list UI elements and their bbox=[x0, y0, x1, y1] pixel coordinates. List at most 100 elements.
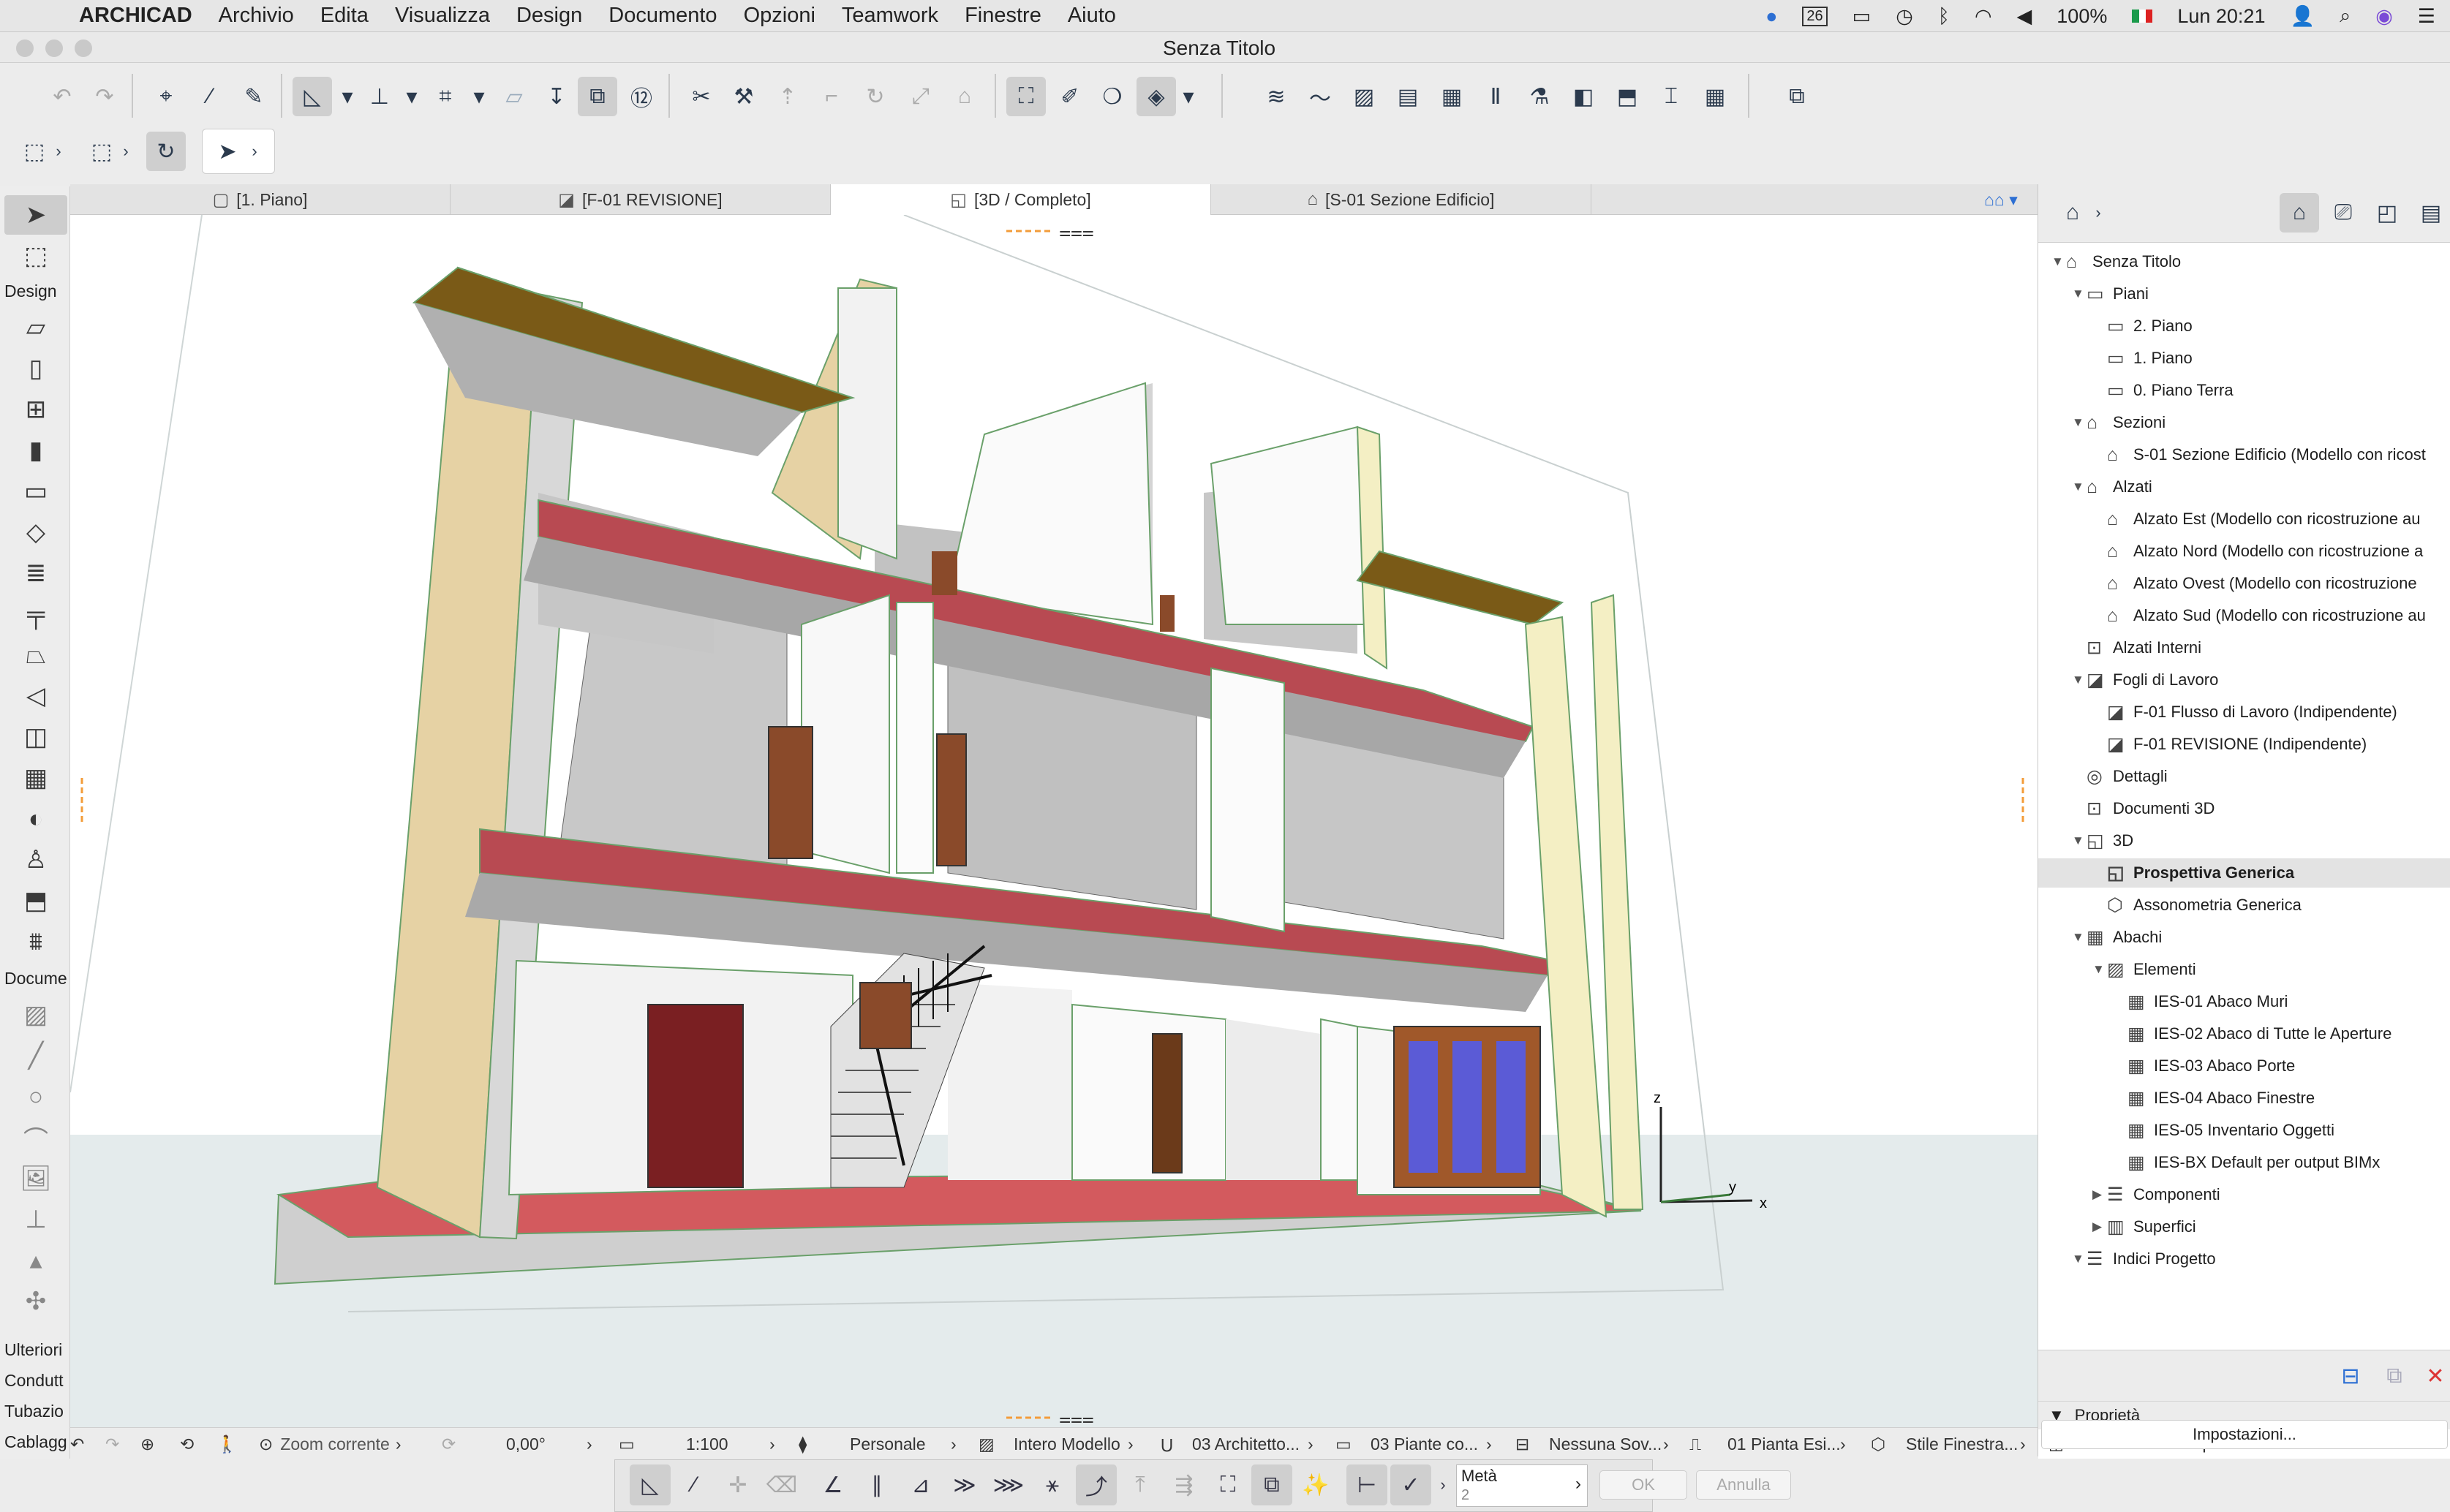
eraser-icon[interactable]: ⌫ bbox=[761, 1464, 802, 1505]
rotate-view-icon[interactable]: ↻ bbox=[146, 132, 186, 171]
tree-item[interactable]: ◪ F-01 Flusso di Lavoro (Indipendente) bbox=[2038, 698, 2450, 727]
teamwork-icon[interactable]: ⧉ bbox=[1777, 77, 1817, 116]
app-status-icon[interactable]: ● bbox=[1765, 5, 1777, 28]
minimize-window-button[interactable] bbox=[45, 39, 63, 57]
clock[interactable]: Lun 20:21 bbox=[2177, 5, 2265, 28]
undo-zoom-icon[interactable]: ↶ bbox=[70, 1428, 84, 1460]
chevron-down-icon[interactable]: ▼ bbox=[2092, 962, 2107, 977]
chevron-right-icon[interactable]: › bbox=[951, 1428, 957, 1460]
dropdown-icon[interactable]: ▾ bbox=[336, 77, 358, 116]
chevron-right-icon[interactable]: › bbox=[2089, 193, 2107, 233]
menu-teamwork[interactable]: Teamwork bbox=[842, 4, 938, 28]
chevron-down-icon[interactable]: ▼ bbox=[2072, 930, 2087, 945]
split-icon[interactable]: ✂ bbox=[682, 77, 721, 116]
trace-icon[interactable]: ↧ bbox=[537, 77, 576, 116]
menu-opzioni[interactable]: Opzioni bbox=[744, 4, 815, 28]
tree-item[interactable]: ▼ ⌂ Sezioni bbox=[2038, 408, 2450, 437]
redo-icon[interactable]: ↷ bbox=[85, 77, 124, 116]
tab-3d-completo[interactable]: ◱ [3D / Completo] bbox=[831, 184, 1211, 215]
find-select-icon[interactable]: ⌖ bbox=[146, 77, 186, 116]
chevron-down-icon[interactable]: ▼ bbox=[2072, 287, 2087, 301]
override-select[interactable]: 03 Piante co... bbox=[1371, 1428, 1478, 1460]
app-menu[interactable]: ARCHICAD bbox=[79, 4, 192, 28]
cancel-button[interactable]: Annulla bbox=[1696, 1470, 1791, 1500]
perpendicular-icon[interactable]: ∠ bbox=[813, 1464, 853, 1505]
parallel-icon[interactable]: ∥ bbox=[856, 1464, 897, 1505]
zone-categories-icon[interactable]: ⬒ bbox=[1607, 77, 1647, 116]
railing-tool-icon[interactable]: ╤ bbox=[4, 594, 67, 634]
menu-documento[interactable]: Documento bbox=[608, 4, 717, 28]
tree-item[interactable]: ⌂ Alzato Ovest (Modello con ricostruzione bbox=[2038, 569, 2450, 598]
tree-item[interactable]: ▦ IES-BX Default per output BIMx bbox=[2038, 1148, 2450, 1177]
profiles-icon[interactable]: ▦ bbox=[1432, 77, 1471, 116]
zone-tool-icon[interactable]: ⬒ bbox=[4, 881, 67, 921]
tree-item[interactable]: ▼ ◱ 3D bbox=[2038, 826, 2450, 855]
tree-item[interactable]: ▼ ☰ Indici Progetto bbox=[2038, 1244, 2450, 1274]
settings-button[interactable]: Impostazioni... bbox=[2041, 1420, 2448, 1449]
project-map-icon[interactable]: ⌂ bbox=[2280, 193, 2319, 233]
beam-tool-icon[interactable]: ▭ bbox=[4, 472, 67, 511]
guide-line-icon[interactable]: ◺ bbox=[293, 77, 332, 116]
window-style-select[interactable]: Stile Finestra... bbox=[1906, 1428, 2018, 1460]
orbit-icon[interactable]: ⟲ bbox=[180, 1428, 194, 1460]
structure-select[interactable]: 01 Pianta Esi... bbox=[1727, 1428, 1841, 1460]
dimension-icon[interactable]: ⌶ bbox=[1651, 77, 1691, 116]
tree-item[interactable]: ⊡ Alzati Interni bbox=[2038, 633, 2450, 662]
arrow-icon[interactable]: ➤ bbox=[208, 132, 247, 171]
menu-design[interactable]: Design bbox=[516, 4, 582, 28]
walk-icon[interactable]: 🚶 bbox=[216, 1428, 238, 1460]
tree-item[interactable]: ◱ Prospettiva Generica bbox=[2038, 858, 2450, 888]
morph-tool-icon[interactable]: ◐ bbox=[4, 799, 67, 839]
layers-icon[interactable]: ≋ bbox=[1256, 77, 1296, 116]
roof-tool-icon[interactable]: ⏢ bbox=[4, 635, 67, 675]
snap-reference-icon[interactable]: ⤒ bbox=[1120, 1464, 1161, 1505]
scale-select[interactable]: 1:100 bbox=[686, 1428, 728, 1460]
tree-item[interactable]: ▼ ▦ Abachi bbox=[2038, 923, 2450, 952]
surfaces-icon[interactable]: ◧ bbox=[1564, 77, 1603, 116]
view-map-icon[interactable]: ⎚ bbox=[2323, 193, 2363, 233]
chevron-down-icon[interactable]: ▼ bbox=[2072, 673, 2087, 687]
battery-status[interactable]: 100% bbox=[2057, 5, 2107, 28]
tree-item[interactable]: ▦ IES-04 Abaco Finestre bbox=[2038, 1084, 2450, 1113]
menu-edita[interactable]: Edita bbox=[320, 4, 369, 28]
circle-tool-icon[interactable]: ○ bbox=[4, 1077, 67, 1116]
tab-f01-revisione[interactable]: ◪ [F-01 REVISIONE] bbox=[451, 184, 831, 215]
dropdown-icon[interactable]: ▾ bbox=[1177, 77, 1199, 116]
wall-tool-icon[interactable]: ▱ bbox=[4, 308, 67, 347]
tree-item[interactable]: ▭ 1. Piano bbox=[2038, 344, 2450, 373]
tree-item[interactable]: ▶ ☰ Componenti bbox=[2038, 1180, 2450, 1209]
notification-center-icon[interactable]: ☰ bbox=[2418, 5, 2435, 28]
composites-icon[interactable]: ▤ bbox=[1388, 77, 1428, 116]
chevron-down-icon[interactable]: ▼ bbox=[2072, 415, 2087, 430]
pens-icon[interactable]: Ⅱ bbox=[1476, 77, 1515, 116]
level-dimension-tool-icon[interactable]: ⊥ bbox=[4, 1200, 67, 1239]
offset-icon[interactable]: ⇡ bbox=[768, 77, 807, 116]
pick-up-icon[interactable]: ⁄ bbox=[190, 77, 230, 116]
schedule-icon[interactable]: ▦ bbox=[1695, 77, 1735, 116]
tree-item[interactable]: ▼ ⌂ Alzati bbox=[2038, 472, 2450, 502]
user-icon[interactable]: 👤 bbox=[2290, 4, 2315, 28]
magic-wand-icon[interactable]: ✨ bbox=[1295, 1464, 1336, 1505]
rotate-icon[interactable]: ⟳ bbox=[442, 1428, 456, 1460]
close-window-button[interactable] bbox=[16, 39, 34, 57]
cursor-snap-icon[interactable]: ⤴ bbox=[1076, 1464, 1117, 1505]
figure-tool-icon[interactable]: 🖼 bbox=[4, 1159, 67, 1198]
polyline-tool-icon[interactable]: ⌒ bbox=[4, 1118, 67, 1157]
zoom-fit-icon[interactable]: ⧉ bbox=[1251, 1464, 1292, 1505]
line-tool-icon[interactable]: ╱ bbox=[4, 1036, 67, 1076]
chevron-down-icon[interactable]: ▼ bbox=[2072, 834, 2087, 848]
arrow-tool-icon[interactable]: ➤ bbox=[4, 195, 67, 235]
chevron-right-icon[interactable]: › bbox=[1486, 1428, 1492, 1460]
renovation-select[interactable]: Nessuna Sov... bbox=[1549, 1428, 1662, 1460]
menu-visualizza[interactable]: Visualizza bbox=[395, 4, 490, 28]
tree-item[interactable]: ⌂ Alzato Sud (Modello con ricostruzione a… bbox=[2038, 601, 2450, 630]
tree-item[interactable]: ▦ IES-03 Abaco Porte bbox=[2038, 1051, 2450, 1081]
tree-item[interactable]: ▭ 0. Piano Terra bbox=[2038, 376, 2450, 405]
tree-item[interactable]: ▦ IES-01 Abaco Muri bbox=[2038, 987, 2450, 1016]
door-tool-icon[interactable]: ▯ bbox=[4, 349, 67, 388]
chevron-right-icon[interactable]: › bbox=[1128, 1428, 1134, 1460]
tree-item[interactable]: ▶ ▥ Superfici bbox=[2038, 1212, 2450, 1241]
chevron-down-icon[interactable]: ▼ bbox=[2072, 480, 2087, 494]
snap-icon[interactable]: ⊥ bbox=[360, 77, 399, 116]
stair-tool-icon[interactable]: ≣ bbox=[4, 553, 67, 593]
